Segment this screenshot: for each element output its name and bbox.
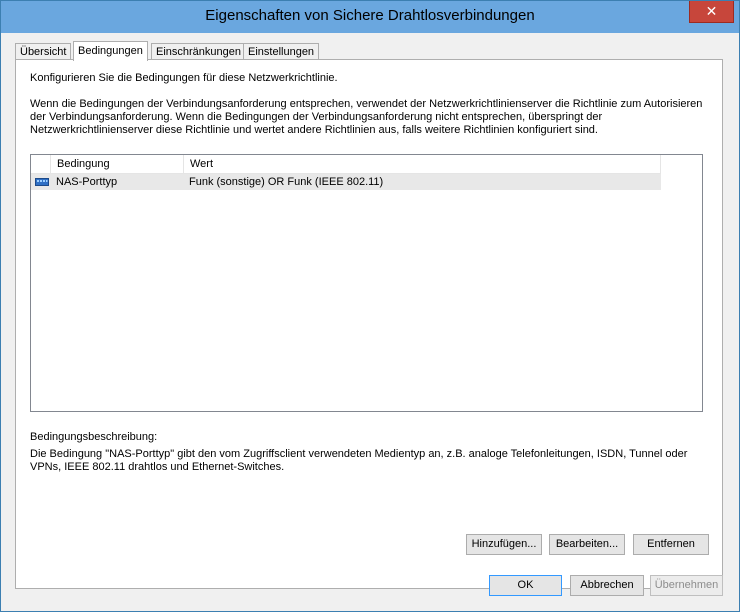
- ok-button[interactable]: OK: [489, 575, 562, 596]
- remove-button[interactable]: Entfernen: [633, 534, 709, 555]
- tab-conditions[interactable]: Bedingungen: [73, 41, 148, 61]
- conditions-list[interactable]: Bedingung Wert NAS-Porttyp Funk (sonstig…: [30, 154, 703, 412]
- apply-button[interactable]: Übernehmen: [650, 575, 723, 596]
- description-text: Die Bedingung "NAS-Porttyp" gibt den vom…: [30, 448, 688, 473]
- header-icon-column[interactable]: [31, 155, 51, 173]
- header-condition[interactable]: Bedingung: [51, 155, 184, 173]
- header-value[interactable]: Wert: [184, 155, 661, 173]
- tab-settings[interactable]: Einstellungen: [243, 43, 320, 60]
- close-button[interactable]: ✕: [689, 1, 734, 23]
- close-icon: ✕: [705, 3, 718, 19]
- row-value: Funk (sonstige) OR Funk (IEEE 802.11): [189, 176, 384, 188]
- intro-text: Konfigurieren Sie die Bedingungen für di…: [30, 72, 338, 84]
- row-condition: NAS-Porttyp: [56, 176, 118, 188]
- explanation-text: Wenn die Bedingungen der Verbindungsanfo…: [30, 98, 703, 136]
- tab-constraints[interactable]: Einschränkungen: [151, 43, 247, 60]
- edit-button[interactable]: Bearbeiten...: [549, 534, 625, 555]
- description-label: Bedingungsbeschreibung:: [30, 431, 158, 443]
- add-button[interactable]: Hinzufügen...: [466, 534, 542, 555]
- list-header: Bedingung Wert: [31, 155, 661, 174]
- conditions-panel: Konfigurieren Sie die Bedingungen für di…: [15, 59, 723, 589]
- dialog-title: Eigenschaften von Sichere Drahtlosverbin…: [205, 7, 535, 24]
- table-row[interactable]: NAS-Porttyp Funk (sonstige) OR Funk (IEE…: [31, 174, 661, 190]
- cancel-button[interactable]: Abbrechen: [570, 575, 644, 596]
- title-bar[interactable]: Eigenschaften von Sichere Drahtlosverbin…: [1, 1, 739, 33]
- dialog-client-area: Übersicht Bedingungen Einschränkungen Ei…: [9, 33, 731, 603]
- properties-dialog: Eigenschaften von Sichere Drahtlosverbin…: [0, 0, 740, 612]
- network-port-icon: [35, 178, 49, 186]
- tab-overview[interactable]: Übersicht: [15, 43, 72, 60]
